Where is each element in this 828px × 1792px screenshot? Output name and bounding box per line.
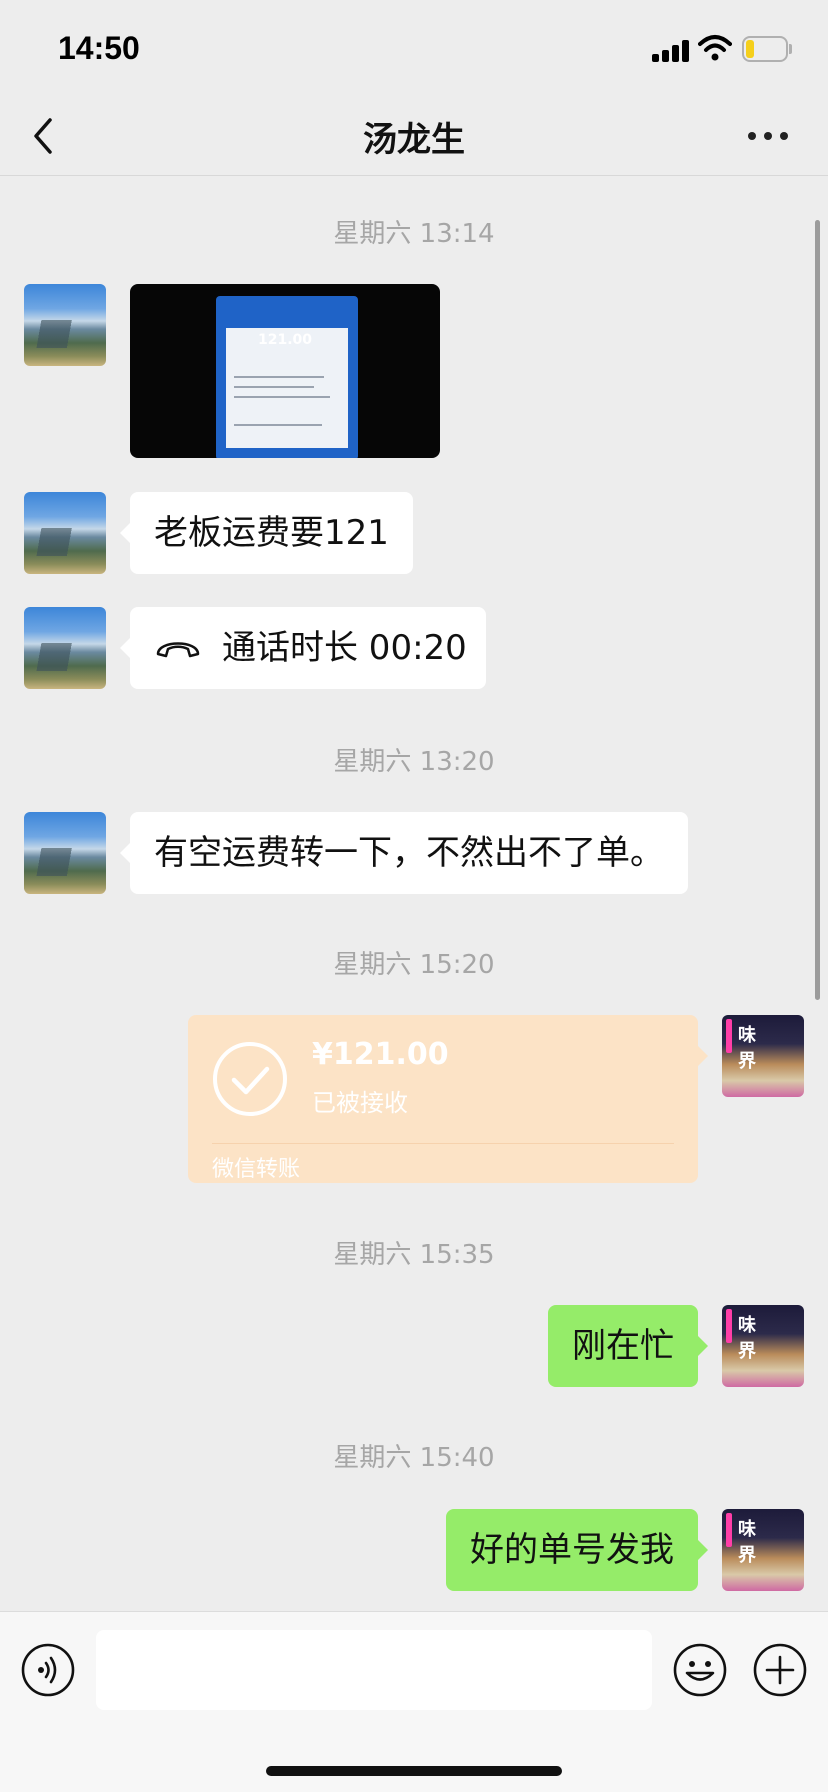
message-input[interactable] — [96, 1630, 652, 1710]
transfer-divider — [212, 1143, 674, 1144]
message-bubble-in[interactable]: 老板运费要121 — [120, 492, 413, 574]
call-record-bubble[interactable]: 通话时长 00:20 — [120, 607, 486, 689]
transfer-card[interactable]: ¥121.00 已被接收 微信转账 — [188, 1015, 708, 1183]
plus-icon[interactable] — [752, 1642, 808, 1698]
photo-amount: 121.00 — [257, 332, 313, 348]
check-icon — [213, 1042, 287, 1116]
avatar-sign: 味 界 — [738, 1025, 768, 1072]
timestamp: 星期六 15:35 — [333, 1240, 495, 1270]
message-bubble-out[interactable]: 好的单号发我 — [446, 1509, 708, 1591]
emoji-icon[interactable] — [672, 1642, 728, 1698]
chat-header: 汤龙生 — [0, 96, 828, 176]
signal-icon — [652, 38, 692, 62]
timestamp: 星期六 15:20 — [333, 950, 495, 980]
input-bar — [0, 1611, 828, 1792]
home-indicator[interactable] — [266, 1766, 562, 1776]
status-bar: 14:50 — [0, 0, 828, 96]
call-duration: 通话时长 00:20 — [222, 628, 467, 668]
image-message[interactable]: 121.00 — [130, 284, 440, 458]
more-icon[interactable] — [748, 126, 790, 146]
wifi-icon — [698, 35, 732, 61]
message-bubble-in[interactable]: 有空运费转一下，不然出不了单。 — [120, 812, 688, 894]
status-time: 14:50 — [58, 30, 140, 66]
my-avatar[interactable]: 味 界 — [722, 1509, 804, 1591]
scrollbar[interactable] — [815, 220, 820, 1000]
contact-avatar[interactable] — [24, 492, 106, 574]
my-avatar[interactable]: 味 界 — [722, 1305, 804, 1387]
timestamp: 星期六 15:40 — [333, 1443, 495, 1473]
my-avatar[interactable]: 味 界 — [722, 1015, 804, 1097]
message-bubble-out[interactable]: 刚在忙 — [548, 1305, 708, 1387]
timestamp: 星期六 13:20 — [333, 747, 495, 777]
transfer-status: 已被接收 — [312, 1089, 408, 1117]
contact-avatar[interactable] — [24, 284, 106, 366]
chat-history[interactable]: 星期六 13:14 121.00 老板运费要121 通话时长 00:20 星期六… — [0, 177, 828, 1611]
voice-icon[interactable] — [20, 1642, 76, 1698]
timestamp: 星期六 13:14 — [333, 219, 495, 249]
contact-avatar[interactable] — [24, 607, 106, 689]
transfer-amount: ¥121.00 — [312, 1037, 449, 1072]
phone-call-icon — [156, 641, 200, 657]
battery-icon — [742, 36, 792, 62]
transfer-footer: 微信转账 — [212, 1157, 301, 1182]
contact-avatar[interactable] — [24, 812, 106, 894]
chat-title: 汤龙生 — [363, 120, 465, 160]
